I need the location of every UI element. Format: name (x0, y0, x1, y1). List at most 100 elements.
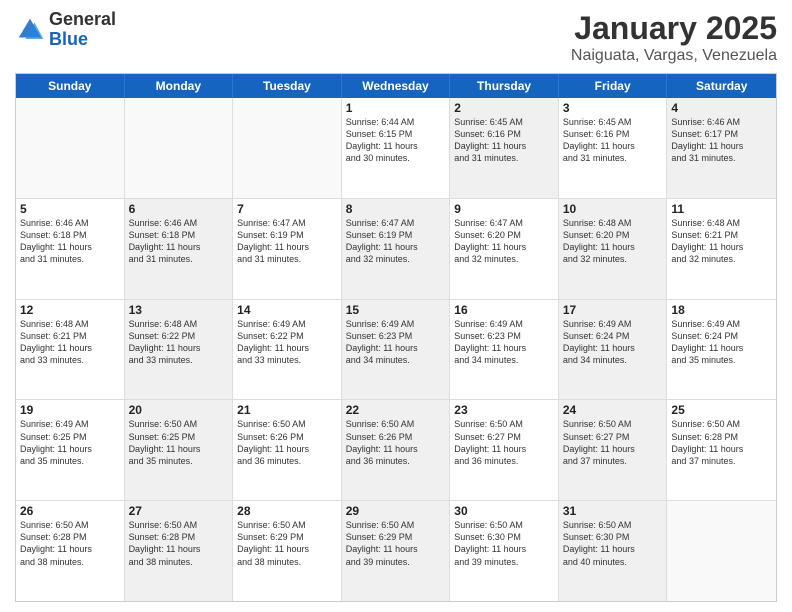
day-number: 20 (129, 403, 229, 417)
calendar-cell: 26Sunrise: 6:50 AM Sunset: 6:28 PM Dayli… (16, 501, 125, 601)
calendar-cell: 9Sunrise: 6:47 AM Sunset: 6:20 PM Daylig… (450, 199, 559, 299)
calendar-cell: 6Sunrise: 6:46 AM Sunset: 6:18 PM Daylig… (125, 199, 234, 299)
day-info: Sunrise: 6:50 AM Sunset: 6:27 PM Dayligh… (563, 418, 663, 467)
day-info: Sunrise: 6:47 AM Sunset: 6:19 PM Dayligh… (237, 217, 337, 266)
calendar-cell: 15Sunrise: 6:49 AM Sunset: 6:23 PM Dayli… (342, 300, 451, 400)
calendar-cell: 22Sunrise: 6:50 AM Sunset: 6:26 PM Dayli… (342, 400, 451, 500)
day-number: 18 (671, 303, 772, 317)
day-number: 24 (563, 403, 663, 417)
calendar-week-row: 5Sunrise: 6:46 AM Sunset: 6:18 PM Daylig… (16, 199, 776, 300)
logo-text: General Blue (49, 10, 116, 50)
calendar-header-cell: Thursday (450, 74, 559, 98)
day-info: Sunrise: 6:49 AM Sunset: 6:24 PM Dayligh… (563, 318, 663, 367)
day-number: 9 (454, 202, 554, 216)
calendar-week-row: 12Sunrise: 6:48 AM Sunset: 6:21 PM Dayli… (16, 300, 776, 401)
day-info: Sunrise: 6:50 AM Sunset: 6:28 PM Dayligh… (20, 519, 120, 568)
calendar-cell: 13Sunrise: 6:48 AM Sunset: 6:22 PM Dayli… (125, 300, 234, 400)
calendar-cell: 21Sunrise: 6:50 AM Sunset: 6:26 PM Dayli… (233, 400, 342, 500)
day-number: 1 (346, 101, 446, 115)
calendar-cell: 18Sunrise: 6:49 AM Sunset: 6:24 PM Dayli… (667, 300, 776, 400)
day-info: Sunrise: 6:49 AM Sunset: 6:24 PM Dayligh… (671, 318, 772, 367)
calendar-week-row: 1Sunrise: 6:44 AM Sunset: 6:15 PM Daylig… (16, 98, 776, 199)
calendar-cell: 4Sunrise: 6:46 AM Sunset: 6:17 PM Daylig… (667, 98, 776, 198)
day-number: 14 (237, 303, 337, 317)
day-info: Sunrise: 6:46 AM Sunset: 6:18 PM Dayligh… (129, 217, 229, 266)
day-number: 7 (237, 202, 337, 216)
day-number: 12 (20, 303, 120, 317)
day-info: Sunrise: 6:44 AM Sunset: 6:15 PM Dayligh… (346, 116, 446, 165)
calendar-header-row: SundayMondayTuesdayWednesdayThursdayFrid… (16, 74, 776, 98)
title-block: January 2025 Naiguata, Vargas, Venezuela (571, 10, 777, 65)
calendar-header-cell: Wednesday (342, 74, 451, 98)
day-info: Sunrise: 6:47 AM Sunset: 6:20 PM Dayligh… (454, 217, 554, 266)
calendar: SundayMondayTuesdayWednesdayThursdayFrid… (15, 73, 777, 602)
day-number: 4 (671, 101, 772, 115)
logo: General Blue (15, 10, 116, 50)
calendar-body: 1Sunrise: 6:44 AM Sunset: 6:15 PM Daylig… (16, 98, 776, 601)
calendar-cell: 27Sunrise: 6:50 AM Sunset: 6:28 PM Dayli… (125, 501, 234, 601)
day-info: Sunrise: 6:50 AM Sunset: 6:28 PM Dayligh… (671, 418, 772, 467)
calendar-cell: 3Sunrise: 6:45 AM Sunset: 6:16 PM Daylig… (559, 98, 668, 198)
day-number: 13 (129, 303, 229, 317)
calendar-header-cell: Tuesday (233, 74, 342, 98)
day-number: 28 (237, 504, 337, 518)
calendar-header-cell: Saturday (667, 74, 776, 98)
day-info: Sunrise: 6:48 AM Sunset: 6:20 PM Dayligh… (563, 217, 663, 266)
day-number: 10 (563, 202, 663, 216)
calendar-cell: 8Sunrise: 6:47 AM Sunset: 6:19 PM Daylig… (342, 199, 451, 299)
day-number: 5 (20, 202, 120, 216)
day-number: 31 (563, 504, 663, 518)
calendar-cell: 11Sunrise: 6:48 AM Sunset: 6:21 PM Dayli… (667, 199, 776, 299)
day-info: Sunrise: 6:46 AM Sunset: 6:17 PM Dayligh… (671, 116, 772, 165)
day-info: Sunrise: 6:46 AM Sunset: 6:18 PM Dayligh… (20, 217, 120, 266)
day-number: 21 (237, 403, 337, 417)
day-info: Sunrise: 6:45 AM Sunset: 6:16 PM Dayligh… (563, 116, 663, 165)
calendar-cell (125, 98, 234, 198)
calendar-cell: 10Sunrise: 6:48 AM Sunset: 6:20 PM Dayli… (559, 199, 668, 299)
day-number: 30 (454, 504, 554, 518)
day-info: Sunrise: 6:50 AM Sunset: 6:27 PM Dayligh… (454, 418, 554, 467)
day-number: 29 (346, 504, 446, 518)
calendar-header-cell: Sunday (16, 74, 125, 98)
day-info: Sunrise: 6:50 AM Sunset: 6:25 PM Dayligh… (129, 418, 229, 467)
day-info: Sunrise: 6:50 AM Sunset: 6:26 PM Dayligh… (346, 418, 446, 467)
day-info: Sunrise: 6:48 AM Sunset: 6:22 PM Dayligh… (129, 318, 229, 367)
day-number: 15 (346, 303, 446, 317)
calendar-cell: 7Sunrise: 6:47 AM Sunset: 6:19 PM Daylig… (233, 199, 342, 299)
calendar-cell: 24Sunrise: 6:50 AM Sunset: 6:27 PM Dayli… (559, 400, 668, 500)
calendar-week-row: 19Sunrise: 6:49 AM Sunset: 6:25 PM Dayli… (16, 400, 776, 501)
day-info: Sunrise: 6:50 AM Sunset: 6:30 PM Dayligh… (563, 519, 663, 568)
calendar-cell (233, 98, 342, 198)
day-info: Sunrise: 6:48 AM Sunset: 6:21 PM Dayligh… (671, 217, 772, 266)
calendar-cell: 28Sunrise: 6:50 AM Sunset: 6:29 PM Dayli… (233, 501, 342, 601)
calendar-cell: 30Sunrise: 6:50 AM Sunset: 6:30 PM Dayli… (450, 501, 559, 601)
day-info: Sunrise: 6:49 AM Sunset: 6:23 PM Dayligh… (454, 318, 554, 367)
day-number: 17 (563, 303, 663, 317)
calendar-cell (16, 98, 125, 198)
day-info: Sunrise: 6:50 AM Sunset: 6:29 PM Dayligh… (237, 519, 337, 568)
day-number: 19 (20, 403, 120, 417)
logo-general-text: General (49, 10, 116, 30)
calendar-cell: 19Sunrise: 6:49 AM Sunset: 6:25 PM Dayli… (16, 400, 125, 500)
calendar-cell: 12Sunrise: 6:48 AM Sunset: 6:21 PM Dayli… (16, 300, 125, 400)
calendar-header-cell: Friday (559, 74, 668, 98)
calendar-cell: 31Sunrise: 6:50 AM Sunset: 6:30 PM Dayli… (559, 501, 668, 601)
calendar-cell: 23Sunrise: 6:50 AM Sunset: 6:27 PM Dayli… (450, 400, 559, 500)
logo-icon (15, 15, 45, 45)
day-number: 8 (346, 202, 446, 216)
calendar-cell: 14Sunrise: 6:49 AM Sunset: 6:22 PM Dayli… (233, 300, 342, 400)
day-number: 3 (563, 101, 663, 115)
day-number: 11 (671, 202, 772, 216)
calendar-week-row: 26Sunrise: 6:50 AM Sunset: 6:28 PM Dayli… (16, 501, 776, 601)
day-info: Sunrise: 6:49 AM Sunset: 6:25 PM Dayligh… (20, 418, 120, 467)
day-number: 6 (129, 202, 229, 216)
day-info: Sunrise: 6:50 AM Sunset: 6:28 PM Dayligh… (129, 519, 229, 568)
calendar-cell: 5Sunrise: 6:46 AM Sunset: 6:18 PM Daylig… (16, 199, 125, 299)
calendar-cell (667, 501, 776, 601)
header: General Blue January 2025 Naiguata, Varg… (15, 10, 777, 65)
calendar-cell: 25Sunrise: 6:50 AM Sunset: 6:28 PM Dayli… (667, 400, 776, 500)
day-number: 2 (454, 101, 554, 115)
day-info: Sunrise: 6:49 AM Sunset: 6:22 PM Dayligh… (237, 318, 337, 367)
calendar-cell: 2Sunrise: 6:45 AM Sunset: 6:16 PM Daylig… (450, 98, 559, 198)
day-info: Sunrise: 6:49 AM Sunset: 6:23 PM Dayligh… (346, 318, 446, 367)
